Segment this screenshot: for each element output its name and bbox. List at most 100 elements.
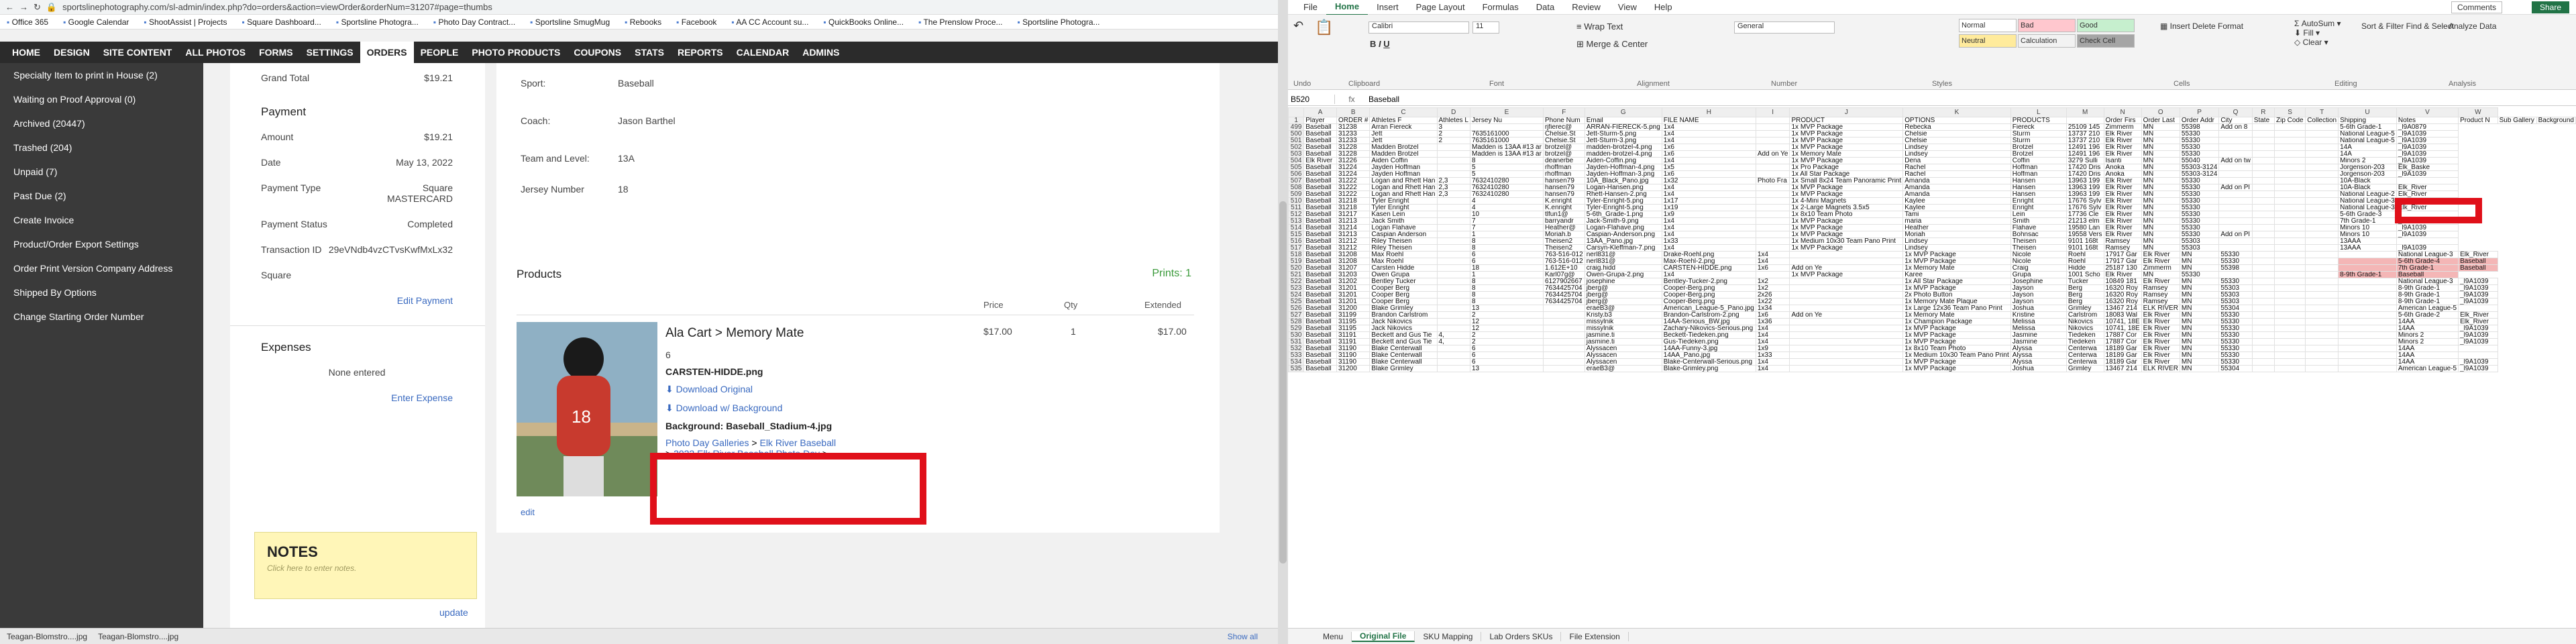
sheet-cell[interactable] [2274,345,2306,352]
sheet-cell[interactable]: Jett-Sturm-5.png [1584,130,1662,138]
bookmark-item[interactable]: Sportsline SmugMug [530,17,610,27]
sheet-cell[interactable]: missylnik [1584,325,1662,332]
sheet-cell[interactable]: 2 [1469,331,1544,339]
sheet-cell[interactable]: 55398 [2218,264,2253,272]
header-cell[interactable]: City [2218,117,2253,124]
sheet-cell[interactable]: 14AA-Serious_BW.jpg [1661,318,1756,325]
cell-style-neutral[interactable]: Neutral [1959,34,2017,48]
header-cell[interactable]: Order Last [2141,117,2180,124]
forward-icon[interactable]: → [19,2,28,12]
sheet-cell[interactable]: nerl831@ [1584,258,1662,265]
sheet-cell[interactable] [2251,184,2275,191]
sheet-cell[interactable]: Kaylee [1902,197,2011,205]
sheet-cell[interactable]: Beckett and Gus Tie [1369,338,1438,345]
sheet-cell[interactable]: Elk River [2103,144,2142,151]
nav-settings[interactable]: SETTINGS [300,42,360,63]
sheet-cell[interactable] [2305,137,2339,144]
sheet-cell[interactable] [2338,358,2397,366]
sheet-cell[interactable]: 2 [1436,130,1470,138]
sheet-cell[interactable]: 1x22 [1755,298,1790,305]
sheet-cell[interactable]: 1x33 [1755,352,1790,359]
sheet-cell[interactable] [2251,130,2275,138]
sheet-cell[interactable]: MN [2179,258,2220,265]
sheet-cell[interactable] [2305,191,2339,198]
sheet-cell[interactable]: 19580 Lan [2065,224,2104,231]
sheet-cell[interactable]: _l9A1039 [2458,291,2498,299]
sheet-cell[interactable]: 31218 [1336,204,1371,211]
sheet-cell[interactable]: Chelsie.St [1542,130,1585,138]
row-number[interactable]: 519 [1288,258,1305,265]
sheet-cell[interactable]: Drake-Roehl.png [1661,251,1756,258]
row-number[interactable]: 517 [1288,244,1305,252]
breadcrumb-elk-river-baseball[interactable]: Elk River Baseball [759,437,836,448]
sheet-tab-sku-mapping[interactable]: SKU Mapping [1415,631,1482,641]
sheet-cell[interactable] [1789,345,1904,352]
sheet-cell[interactable]: Baseball [1303,358,1337,366]
sheet-cell[interactable]: 1x2 [1755,278,1790,285]
sheet-cell[interactable]: Photo Fra [1755,177,1790,184]
sheet-cell[interactable] [2218,170,2253,178]
sheet-cell[interactable]: Elk River [2103,231,2142,238]
sheet-cell[interactable]: Elk River [2141,345,2180,352]
sheet-cell[interactable]: Ramsey [2141,298,2180,305]
cell-style-normal[interactable]: Normal [1959,19,2017,32]
sheet-cell[interactable] [1755,204,1790,211]
sheet-row[interactable]: 524 Baseball 31201 Cooper Berg 8 7634425704 jb… [1288,291,2576,299]
sheet-cell[interactable]: 13963 199 [2065,177,2104,184]
nav-photo-products[interactable]: PHOTO PRODUCTS [465,42,567,63]
sheet-cell[interactable]: 55330 [2179,217,2220,225]
sheet-cell[interactable]: 13963 199 [2065,191,2104,198]
sheet-cell[interactable]: Baseball [1303,311,1337,319]
sheet-cell[interactable]: 1x Medium 10x30 Team Pano Print [1902,352,2011,359]
row-number[interactable]: 516 [1288,237,1305,245]
sheet-cell[interactable]: Brotzel [2010,144,2067,151]
sheet-cell[interactable]: 1x4 [1755,365,1790,372]
sheet-cell[interactable] [2305,284,2339,292]
sheet-cell[interactable]: Baseball [1303,298,1337,305]
sheet-cell[interactable]: Baseball [1303,224,1337,231]
header-cell[interactable]: PRODUCT [1789,117,1904,124]
sheet-row[interactable]: 503 Baseball 31228 Madden Brotzel Madden is … [1288,150,2576,158]
sheet-cell[interactable] [2305,123,2339,131]
sheet-cell[interactable]: 31233 [1336,130,1371,138]
sheet-cell[interactable]: 1x34 [1755,305,1790,312]
sheet-cell[interactable]: _l9A1039 [2396,150,2459,158]
sheet-cell[interactable]: Baseball [1303,338,1337,345]
header-cell[interactable]: Notes [2396,117,2459,124]
sheet-cell[interactable] [1789,352,1904,359]
sheet-cell[interactable]: 10741, 18E [2103,318,2142,325]
sheet-cell[interactable]: Beckett-Tiedeken.png [1661,331,1756,339]
sheet-cell[interactable]: Baseball [1303,244,1337,252]
sheet-cell[interactable]: 31200 [1336,305,1371,312]
comments-button[interactable]: Comments [2451,1,2502,13]
sheet-cell[interactable] [1789,291,1904,299]
sheet-cell[interactable]: Josephine [2010,278,2067,285]
sheet-cell[interactable]: Elk River [2141,278,2180,285]
sheet-cell[interactable] [2305,331,2339,339]
sheet-cell[interactable]: 1x6 [1661,170,1756,178]
sheet-cell[interactable]: 1x MVP Package [1789,137,1904,144]
ribbon-tab-data[interactable]: Data [1527,0,1563,15]
sheet-cell[interactable]: 4 [1469,197,1544,205]
sheet-cell[interactable]: 55303-3124 [2179,164,2220,171]
sheet-cell[interactable] [2251,204,2275,211]
sheet-cell[interactable]: 12491 196 [2065,150,2104,158]
breadcrumb-photo-day-galleries[interactable]: Photo Day Galleries [665,437,749,448]
sheet-cell[interactable] [2251,345,2275,352]
sheet-cell[interactable]: Baseball [1303,345,1337,352]
sheet-cell[interactable] [1542,325,1585,332]
sheet-cell[interactable]: 14AA [2396,352,2459,359]
sheet-cell[interactable]: Baseball [1303,251,1337,258]
sheet-cell[interactable] [1436,164,1470,171]
sheet-cell[interactable] [2305,358,2339,366]
sheet-cell[interactable]: Centerwa [2065,358,2104,366]
sheet-cell[interactable]: National League-3 [2396,251,2459,258]
sheet-cell[interactable] [2251,157,2275,164]
sheet-cell[interactable] [2305,231,2339,238]
sheet-cell[interactable]: 31212 [1336,244,1371,252]
sidebar-item[interactable]: Waiting on Proof Approval (0) [0,87,203,111]
sheet-tab-original-file[interactable]: Original File [1352,631,1415,642]
sheet-cell[interactable]: 1x MVP Package [1902,358,2011,366]
sheet-cell[interactable] [2251,331,2275,339]
sheet-cell[interactable]: American League-5 [2396,365,2459,372]
